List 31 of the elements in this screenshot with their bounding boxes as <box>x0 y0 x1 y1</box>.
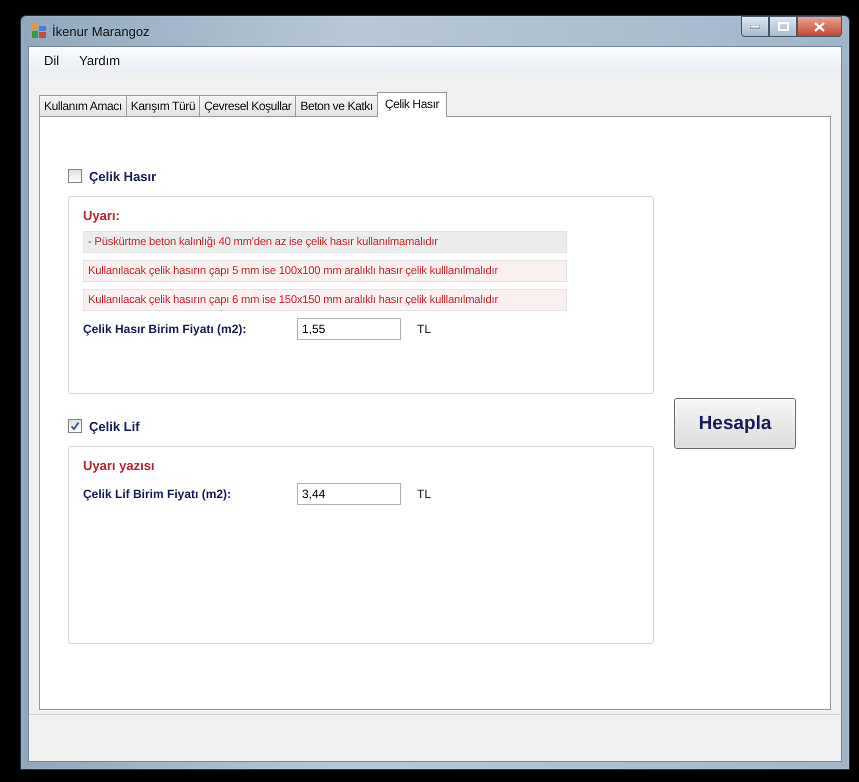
checkbox-label[interactable]: Çelik Lif <box>89 418 140 434</box>
tab[interactable]: Beton ve Katkı <box>295 95 378 116</box>
warning-title: Uyarı: <box>83 208 120 223</box>
minimize-button[interactable] <box>741 16 769 37</box>
close-button[interactable] <box>797 16 842 37</box>
tab[interactable]: Çelik Hasır <box>376 92 448 117</box>
price-field[interactable]: 1,55 <box>297 318 401 340</box>
tab[interactable]: Kullanım Amacı <box>39 95 127 116</box>
price-field[interactable]: 3,44 <box>297 483 401 505</box>
warning-text: Kullanılacak çelik hasırın çapı 6 mm ise 150x150 mm aralıklı hasır çelik kulllanılmalıdır <box>83 289 567 311</box>
minimize-icon <box>750 24 760 28</box>
warning-text: Kullanılacak çelik hasırın çapı 5 mm ise 100x100 mm aralıklı hasır çelik kulllanılmalıdır <box>83 260 567 282</box>
close-icon <box>814 22 825 32</box>
tab[interactable]: Çevresel Koşullar <box>199 95 296 116</box>
calculate-button[interactable]: Hesapla <box>674 398 796 449</box>
price-label: Çelik Lif Birim Fiyatı (m2): <box>83 487 232 501</box>
price-label: Çelik Hasır Birim Fiyatı (m2): <box>83 322 248 336</box>
checkbox-label[interactable]: Çelik Hasır <box>89 168 156 184</box>
menu-item[interactable]: Yardım <box>79 53 120 67</box>
unit-label: TL <box>417 487 432 501</box>
app-icon <box>32 24 46 38</box>
warning-text: - Püskürtme beton kalınlığı 40 mm'den az ise çelik hasır kullanılmamalıdır <box>83 231 567 253</box>
unit-label: TL <box>417 322 432 336</box>
maximize-icon <box>778 22 788 31</box>
menu-item[interactable]: Dil <box>44 53 60 67</box>
maximize-button[interactable] <box>769 16 797 37</box>
window-title: İkenur Marangoz <box>52 24 150 38</box>
tab[interactable]: Karışım Türü <box>126 95 200 116</box>
checkbox[interactable] <box>68 419 82 433</box>
warning-title: Uyarı yazısı <box>83 458 155 473</box>
checkbox[interactable] <box>68 169 82 183</box>
